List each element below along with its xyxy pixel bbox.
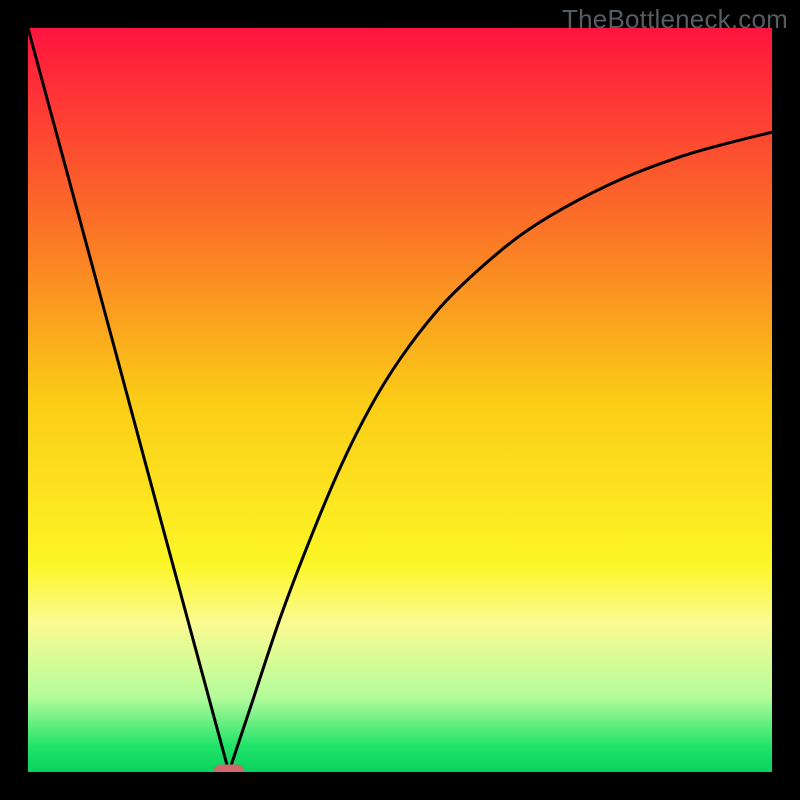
- minimum-marker: [213, 765, 244, 773]
- plot-area: [28, 28, 772, 772]
- chart-frame: TheBottleneck.com: [0, 0, 800, 800]
- watermark-text: TheBottleneck.com: [562, 4, 788, 35]
- gradient-background: [28, 28, 772, 772]
- chart-canvas: [28, 28, 772, 772]
